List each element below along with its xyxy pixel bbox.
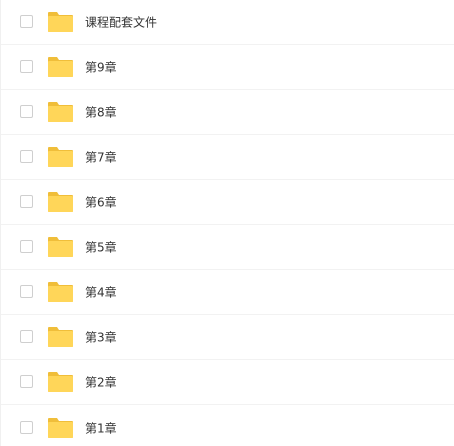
select-checkbox[interactable] [20, 195, 33, 208]
folder-icon [48, 102, 73, 122]
select-checkbox[interactable] [20, 420, 33, 434]
folder-icon [48, 192, 73, 212]
select-checkbox[interactable] [20, 375, 33, 388]
file-name[interactable]: 课程配套文件 [85, 14, 157, 31]
list-item[interactable]: 第8章 [1, 90, 454, 135]
list-item[interactable]: 第1章 [1, 405, 454, 446]
file-name[interactable]: 第4章 [85, 284, 117, 301]
list-item[interactable]: 第4章 [1, 270, 454, 315]
folder-icon [48, 237, 73, 257]
list-item[interactable]: 第9章 [1, 45, 454, 90]
select-checkbox[interactable] [20, 285, 33, 298]
list-item[interactable]: 课程配套文件 [1, 0, 454, 45]
folder-icon [48, 282, 73, 302]
select-checkbox[interactable] [20, 15, 33, 28]
list-item[interactable]: 第3章 [1, 315, 454, 360]
folder-icon [48, 327, 73, 347]
list-item[interactable]: 第2章 [1, 360, 454, 405]
file-name[interactable]: 第5章 [85, 239, 117, 256]
file-name[interactable]: 第1章 [85, 419, 117, 436]
folder-icon [48, 147, 73, 167]
select-checkbox[interactable] [20, 60, 33, 73]
file-name[interactable]: 第7章 [85, 149, 117, 166]
file-name[interactable]: 第9章 [85, 59, 117, 76]
file-name[interactable]: 第6章 [85, 194, 117, 211]
select-checkbox[interactable] [20, 240, 33, 253]
select-checkbox[interactable] [20, 105, 33, 118]
select-checkbox[interactable] [20, 150, 33, 163]
list-item[interactable]: 第6章 [1, 180, 454, 225]
list-item[interactable]: 第5章 [1, 225, 454, 270]
file-list: 课程配套文件 第9章 第8章 第7章 第6章 第5章 第4章 第3章 第2章 第… [0, 0, 454, 446]
folder-icon [48, 57, 73, 77]
folder-icon [48, 372, 73, 392]
list-item[interactable]: 第7章 [1, 135, 454, 180]
file-name[interactable]: 第2章 [85, 374, 117, 391]
file-name[interactable]: 第3章 [85, 329, 117, 346]
folder-icon [48, 12, 73, 32]
folder-icon [48, 417, 73, 438]
select-checkbox[interactable] [20, 330, 33, 343]
file-name[interactable]: 第8章 [85, 104, 117, 121]
